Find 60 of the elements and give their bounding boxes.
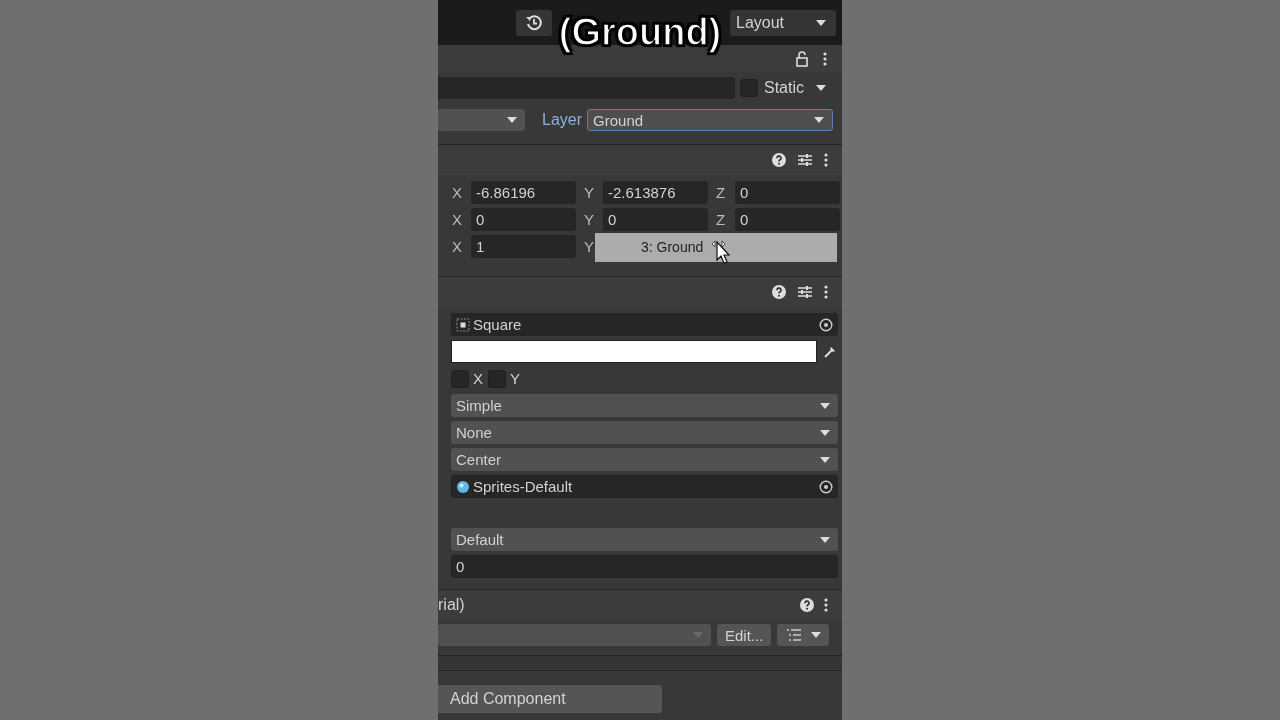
component-header[interactable]: [438, 276, 842, 307]
axis-label: Z: [716, 184, 727, 201]
help-icon[interactable]: [772, 153, 786, 167]
layer-dropdown[interactable]: Ground: [587, 109, 834, 131]
axis-label: Y: [584, 211, 595, 228]
object-field[interactable]: Square: [451, 313, 838, 336]
component-header[interactable]: rial): [438, 589, 842, 620]
number-field[interactable]: 0: [735, 208, 840, 231]
axis-label: X: [452, 211, 463, 228]
edit-button[interactable]: Edit...: [717, 624, 772, 646]
list-icon: [787, 629, 802, 641]
dropdown[interactable]: Center: [451, 448, 838, 471]
sprite-icon: [456, 317, 470, 332]
object-field[interactable]: Sprites-Default: [451, 475, 838, 498]
checkbox[interactable]: [451, 369, 469, 388]
target-icon[interactable]: [819, 317, 833, 332]
number-field[interactable]: 0: [735, 181, 840, 204]
axis-label: X: [452, 238, 463, 255]
axis-label: Z: [716, 211, 727, 228]
dropdown[interactable]: None: [451, 421, 838, 444]
add-component-button[interactable]: Add Component: [438, 685, 662, 713]
target-icon[interactable]: [819, 479, 833, 494]
number-field[interactable]: 0: [603, 208, 708, 231]
number-field[interactable]: 1: [471, 235, 576, 258]
number-field[interactable]: -2.613876: [603, 181, 708, 204]
axis-label: Y: [584, 238, 595, 255]
more-icon[interactable]: [824, 153, 828, 167]
static-checkbox[interactable]: [740, 79, 758, 97]
number-field[interactable]: 0: [451, 555, 838, 578]
axis-label: Y: [584, 184, 595, 201]
component-title: rial): [438, 596, 466, 614]
layout-dropdown[interactable]: Layout: [730, 9, 836, 36]
checkbox[interactable]: [488, 369, 506, 388]
axis-label: X: [452, 184, 463, 201]
number-field[interactable]: 0: [471, 208, 576, 231]
checkbox-label: Y: [510, 370, 521, 387]
number-field[interactable]: -6.86196: [471, 181, 576, 204]
checkbox-label: X: [473, 370, 483, 387]
caret-icon[interactable]: [816, 85, 826, 91]
drag-preview: 3: Ground: [595, 233, 837, 262]
material-icon: [456, 479, 470, 494]
color-field[interactable]: [451, 340, 817, 363]
layer-label: Layer: [542, 111, 583, 129]
name-field[interactable]: [438, 77, 735, 99]
help-icon[interactable]: [800, 598, 814, 612]
component-header[interactable]: [438, 144, 842, 175]
video-caption: (Ground): [558, 12, 722, 52]
help-icon[interactable]: [772, 285, 786, 299]
history-button[interactable]: [516, 9, 552, 36]
static-label: Static: [764, 79, 804, 97]
history-icon: [525, 13, 543, 32]
settings-icon[interactable]: [798, 153, 812, 167]
settings-icon[interactable]: [798, 285, 812, 299]
more-icon[interactable]: [824, 285, 828, 299]
more-icon[interactable]: [823, 51, 827, 66]
list-dropdown[interactable]: [777, 624, 830, 646]
more-icon[interactable]: [824, 598, 828, 612]
dropdown[interactable]: Default: [451, 528, 838, 551]
lock-icon[interactable]: [795, 50, 809, 67]
dropdown[interactable]: Simple: [451, 394, 838, 417]
